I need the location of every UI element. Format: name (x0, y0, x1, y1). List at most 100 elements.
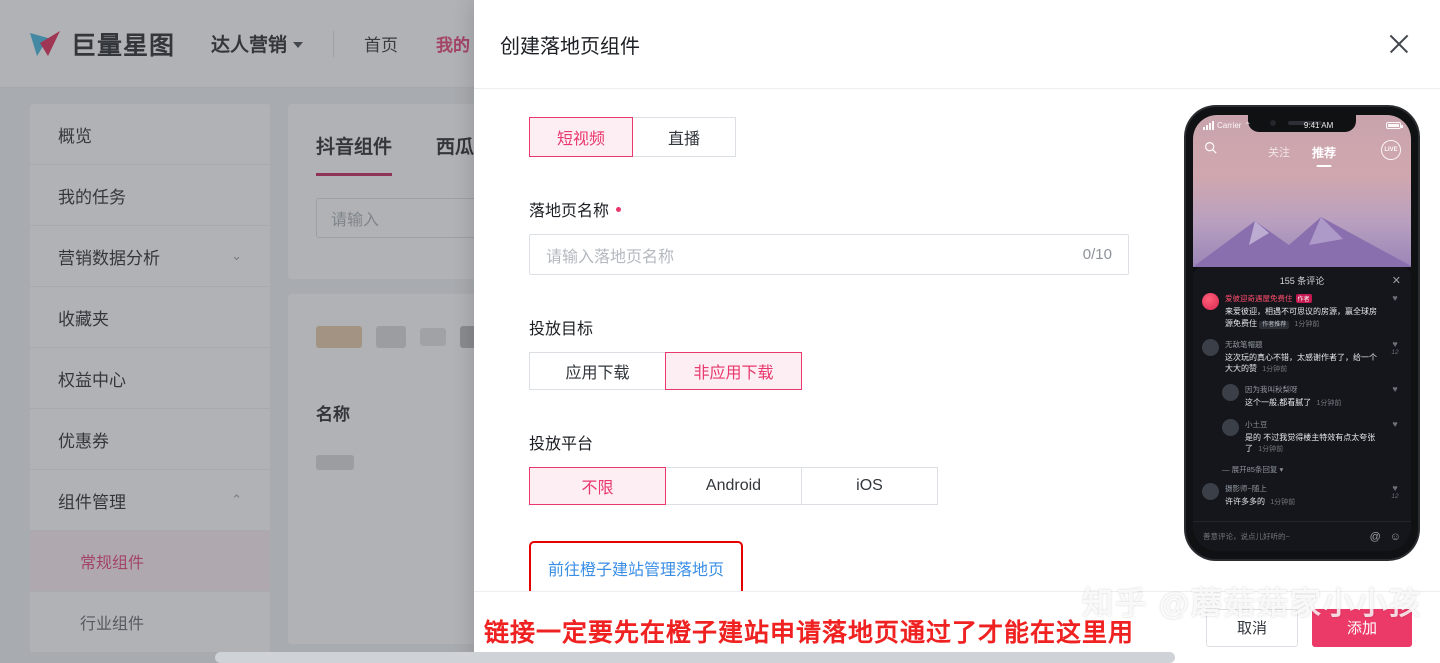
modal-body: 短视频 直播 落地页名称 请输入落地页名称 0/10 投放目标 应用下载 非应用… (474, 89, 1440, 591)
comments-count: 155 条评论 (1279, 275, 1325, 286)
comments-panel: 155 条评论 ✕ 爱彼迎奇遇屋免费住 作者 来爱彼迎，相遇不可思议的房源，赢全… (1193, 267, 1411, 551)
character-counter: 0/10 (1082, 246, 1112, 263)
phone-screen: Carrier ⌃ 9:41 AM 关注 推荐 LIVE 155 条评论 ✕ 爱… (1193, 115, 1411, 551)
comment-text: 这次玩的真心不错，太感谢作者了，给一个大大的赞 1分钟前 (1225, 352, 1382, 376)
comment-time: 1分钟前 (1316, 400, 1342, 408)
modal-form: 短视频 直播 落地页名称 请输入落地页名称 0/10 投放目标 应用下载 非应用… (474, 89, 1164, 591)
type-tab-group: 短视频 直播 (529, 117, 1164, 157)
comment-author-name: 因为我叫秋梨呀 (1245, 385, 1298, 395)
watermark: 知乎 @蘑菇菇家小小孩 (1082, 586, 1422, 621)
carrier-label: Carrier (1217, 120, 1242, 130)
avatar (1202, 338, 1219, 356)
input-placeholder: 请输入落地页名称 (546, 248, 675, 266)
annotation-text: 链接一定要先在橙子建站申请落地页通过了才能在这里用 (484, 619, 1135, 647)
type-tab-live[interactable]: 直播 (632, 117, 736, 157)
comment-time: 1分钟前 (1294, 320, 1320, 328)
like-icon[interactable]: ♥ (1388, 293, 1402, 330)
like-icon[interactable]: ♥ (1388, 384, 1402, 409)
comment-text: 这个一般,都看腻了 1分钟前 (1245, 397, 1382, 409)
comments-header: 155 条评论 ✕ (1193, 267, 1411, 293)
avatar (1222, 384, 1239, 402)
at-icon[interactable]: @ (1370, 531, 1381, 543)
wifi-icon: ⌃ (1244, 120, 1252, 130)
close-icon[interactable] (1386, 31, 1412, 57)
comment-input-icons: @ ☺ (1370, 531, 1401, 543)
recommend-chip: 作者推荐 (1259, 320, 1290, 330)
comment-author: 摄影师~随上 (1225, 483, 1382, 494)
status-bar-left: Carrier ⌃ (1203, 120, 1252, 130)
avatar (1202, 293, 1219, 310)
comment-author-name: 无敌笔帽题 (1225, 339, 1263, 349)
delivery-platform-label: 投放平台 (529, 430, 1164, 454)
comment-content: 许许多多的 (1225, 497, 1265, 507)
comment-body: 摄影师~随上 许许多多的 1分钟前 (1225, 483, 1382, 508)
comment-body: 小土豆 是的 不过我觉得楼主特效有点太夸张了 1分钟前 (1245, 419, 1382, 456)
goal-option-non-app-download[interactable]: 非应用下载 (665, 352, 802, 390)
expand-replies-label: 展开85条回复 (1231, 465, 1278, 475)
expand-replies-button[interactable]: — 展开85条回复 ▾ (1202, 464, 1402, 475)
comment-text: 来爱彼迎，相遇不可思议的房源，赢全球房源免费住 作者推荐 1分钟前 (1225, 306, 1382, 330)
like-count: 12 (1391, 348, 1399, 356)
author-badge: 作者 (1295, 294, 1312, 303)
comment-time: 1分钟前 (1262, 366, 1288, 374)
like-icon[interactable]: ♥ 12 (1388, 339, 1402, 376)
like-icon[interactable]: ♥ (1388, 419, 1402, 456)
list-item: 因为我叫秋梨呀 这个一般,都看腻了 1分钟前 ♥ (1202, 384, 1402, 409)
field-label-text: 投放平台 (529, 436, 594, 453)
comment-author-name: 摄影师~随上 (1225, 484, 1267, 494)
like-icon[interactable]: ♥ 12 (1388, 483, 1402, 508)
delivery-platform-group: 不限 Android iOS (529, 467, 1164, 505)
platform-option-ios[interactable]: iOS (801, 467, 938, 505)
signal-icon (1203, 120, 1214, 130)
landing-page-name-label: 落地页名称 (529, 197, 1164, 221)
delivery-goal-label: 投放目标 (529, 315, 1164, 339)
comment-body: 因为我叫秋梨呀 这个一般,都看腻了 1分钟前 (1245, 384, 1382, 409)
modal-header: 创建落地页组件 (474, 0, 1440, 89)
landing-page-name-input[interactable]: 请输入落地页名称 0/10 (529, 234, 1129, 275)
annotation-highlight-box: 前往橙子建站管理落地页 (529, 541, 744, 591)
comment-author: 因为我叫秋梨呀 (1245, 384, 1382, 395)
comment-text: 许许多多的 1分钟前 (1225, 496, 1382, 508)
avatar (1202, 483, 1219, 501)
comment-time: 1分钟前 (1258, 446, 1284, 454)
comment-body: 爱彼迎奇遇屋免费住 作者 来爱彼迎，相遇不可思议的房源，赢全球房源免费住 作者推… (1225, 293, 1382, 330)
required-dot-icon (616, 206, 622, 212)
list-item: 小土豆 是的 不过我觉得楼主特效有点太夸张了 1分钟前 ♥ (1202, 418, 1402, 456)
manage-landing-page-link[interactable]: 前往橙子建站管理落地页 (548, 556, 724, 580)
like-count: 12 (1391, 493, 1399, 501)
comment-content: 这次玩的真心不错，太感谢作者了，给一个大大的赞 (1225, 352, 1377, 374)
goal-option-app-download[interactable]: 应用下载 (529, 352, 666, 390)
comment-time: 1分钟前 (1270, 499, 1296, 507)
phone-frame: Carrier ⌃ 9:41 AM 关注 推荐 LIVE 155 条评论 ✕ 爱… (1186, 107, 1418, 559)
live-icon[interactable]: LIVE (1381, 140, 1401, 160)
emoji-icon[interactable]: ☺ (1390, 531, 1401, 543)
create-landing-page-modal: 创建落地页组件 短视频 直播 落地页名称 请输入落地页名称 0/10 投放目标 … (474, 0, 1440, 663)
comment-body: 无敌笔帽题 这次玩的真心不错，太感谢作者了，给一个大大的赞 1分钟前 (1225, 339, 1382, 376)
comment-text: 是的 不过我觉得楼主特效有点太夸张了 1分钟前 (1245, 432, 1382, 456)
comment-author-name: 小土豆 (1245, 419, 1268, 429)
comment-author-name: 爱彼迎奇遇屋免费住 (1225, 294, 1293, 303)
field-label-text: 投放目标 (529, 321, 594, 338)
feed-tab-following[interactable]: 关注 (1268, 144, 1290, 160)
comment-author: 无敌笔帽题 (1225, 339, 1382, 350)
phone-preview: Carrier ⌃ 9:41 AM 关注 推荐 LIVE 155 条评论 ✕ 爱… (1164, 89, 1440, 591)
clock-label: 9:41 AM (1303, 120, 1334, 130)
status-bar: Carrier ⌃ 9:41 AM (1193, 117, 1411, 133)
screen: 巨量星图 达人营销 首页 我的 概览 我的任务 营销数据分析 ⌄ 收藏夹 权益中… (0, 0, 1440, 663)
modal-title: 创建落地页组件 (500, 35, 640, 58)
comment-input-placeholder: 善意评论，说点儿好听的~ (1203, 532, 1290, 541)
comment-input-bar[interactable]: 善意评论，说点儿好听的~ @ ☺ (1193, 521, 1411, 551)
close-icon[interactable]: ✕ (1392, 274, 1401, 287)
platform-option-unlimited[interactable]: 不限 (529, 467, 666, 505)
avatar (1222, 418, 1239, 436)
comments-list[interactable]: 爱彼迎奇遇屋免费住 作者 来爱彼迎，相遇不可思议的房源，赢全球房源免费住 作者推… (1193, 293, 1411, 521)
list-item: 爱彼迎奇遇屋免费住 作者 来爱彼迎，相遇不可思议的房源，赢全球房源免费住 作者推… (1202, 293, 1402, 330)
mountain-illustration (1193, 217, 1411, 267)
video-feed-background: Carrier ⌃ 9:41 AM 关注 推荐 LIVE (1193, 115, 1411, 267)
feed-tab-recommended[interactable]: 推荐 (1312, 144, 1336, 161)
platform-option-android[interactable]: Android (665, 467, 802, 505)
feed-tabs: 关注 推荐 (1193, 137, 1411, 167)
battery-icon (1385, 121, 1403, 129)
type-tab-short-video[interactable]: 短视频 (529, 117, 633, 157)
horizontal-scrollbar[interactable] (215, 652, 1175, 663)
